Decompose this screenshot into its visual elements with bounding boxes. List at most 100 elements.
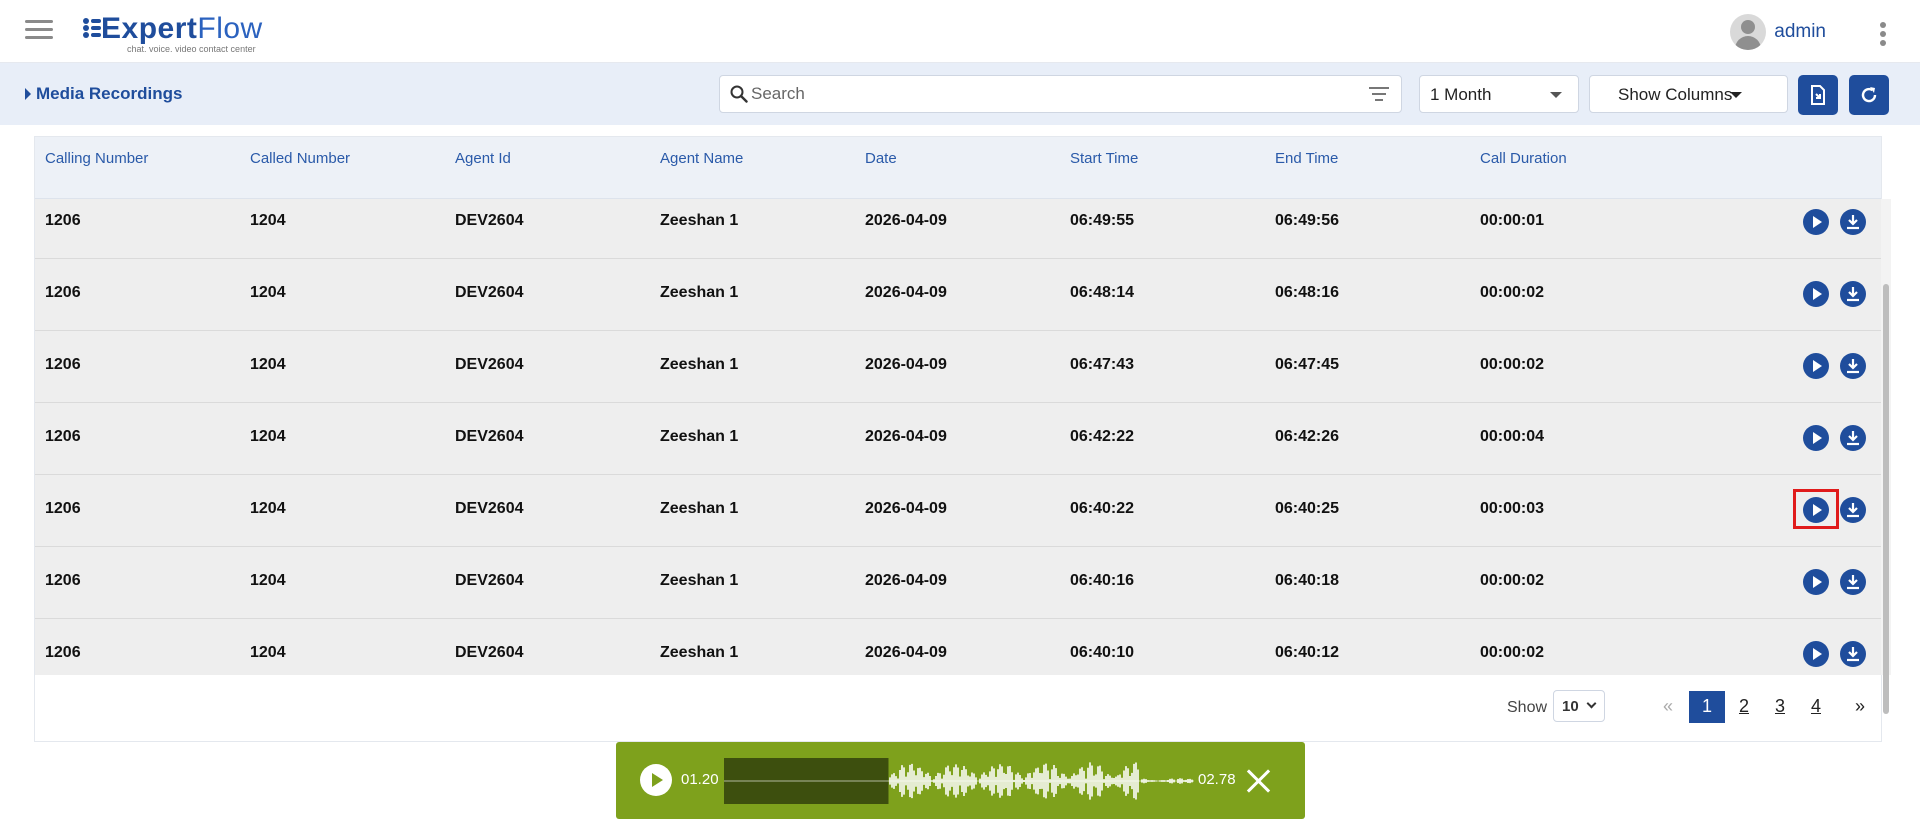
top-header: ExpertFlow chat. voice. video contact ce… [0, 0, 1920, 63]
download-recording-icon[interactable] [1840, 281, 1866, 307]
cell-date: 2026-04-09 [865, 500, 947, 517]
table-row: 1206 1204 DEV2604 Zeeshan 1 2026-04-09 06:40:… [35, 547, 1881, 619]
cell-agent-name: Zeeshan 1 [660, 572, 739, 589]
cell-calling-number: 1206 [45, 500, 81, 517]
download-recording-icon[interactable] [1840, 353, 1866, 379]
cell-agent-name: Zeeshan 1 [660, 500, 739, 517]
prev-page-button[interactable]: « [1653, 691, 1683, 723]
page-1-button[interactable]: 1 [1689, 691, 1725, 723]
show-columns-label: Show Columns [1618, 85, 1733, 104]
cell-date: 2026-04-09 [865, 572, 947, 589]
table-row: 1206 1204 DEV2604 Zeeshan 1 2026-04-09 06:40:… [35, 475, 1881, 547]
period-select[interactable]: 1 Month [1419, 75, 1579, 113]
logo-tagline: chat. voice. video contact center [127, 44, 256, 54]
username[interactable]: admin [1774, 21, 1826, 43]
cell-call-duration: 00:00:02 [1480, 284, 1545, 301]
cell-agent-name: Zeeshan 1 [660, 356, 739, 373]
user-menu[interactable]: admin [1730, 14, 1826, 50]
cell-call-duration: 00:00:03 [1480, 500, 1545, 517]
play-recording-icon[interactable] [1803, 281, 1829, 307]
export-button[interactable] [1798, 75, 1838, 115]
table-row: 1206 1204 DEV2604 Zeeshan 1 2026-04-09 06:40:… [35, 619, 1881, 675]
show-columns-button[interactable]: Show Columns [1589, 75, 1788, 113]
dropdown-arrow-icon [1550, 92, 1562, 98]
page-size-label: Show [1507, 699, 1548, 716]
cell-calling-number: 1206 [45, 212, 81, 229]
column-header-agent-name[interactable]: Agent Name [660, 150, 743, 167]
column-header-call-duration[interactable]: Call Duration [1480, 150, 1567, 167]
column-header-date[interactable]: Date [865, 150, 897, 167]
cell-called-number: 1204 [250, 428, 286, 445]
cell-end-time: 06:40:12 [1275, 644, 1340, 661]
cell-date: 2026-04-09 [865, 212, 947, 229]
table-body: 1206 1204 DEV2604 Zeeshan 1 2026-04-09 06:49:… [35, 199, 1881, 675]
play-recording-icon[interactable] [1803, 641, 1829, 667]
pagination-bar: Show 10 « 1 2 3 4 » [35, 675, 1881, 741]
player-current-time: 01.20 [681, 771, 719, 788]
cell-calling-number: 1206 [45, 428, 81, 445]
cell-call-duration: 00:00:02 [1480, 572, 1545, 589]
page-title[interactable]: Media Recordings [25, 84, 182, 104]
cell-end-time: 06:48:16 [1275, 284, 1340, 301]
page-size-select[interactable]: 10 [1553, 690, 1605, 722]
search-box [719, 75, 1402, 113]
search-input[interactable] [751, 76, 1351, 112]
chevron-down-icon [1586, 698, 1597, 709]
cell-start-time: 06:49:55 [1070, 212, 1135, 229]
page-toolbar: Media Recordings 1 Month Show Columns [0, 63, 1920, 125]
cell-called-number: 1204 [250, 356, 286, 373]
next-page-button[interactable]: » [1845, 691, 1875, 723]
download-recording-icon[interactable] [1840, 425, 1866, 451]
avatar-icon[interactable] [1730, 14, 1767, 50]
refresh-button[interactable] [1849, 75, 1889, 115]
column-header-start-time[interactable]: Start Time [1070, 150, 1138, 167]
column-header-end-time[interactable]: End Time [1275, 150, 1338, 167]
close-icon[interactable] [1245, 768, 1271, 794]
logo-text: ExpertFlow [101, 12, 263, 45]
filter-icon[interactable] [1369, 87, 1389, 101]
cell-start-time: 06:48:14 [1070, 284, 1135, 301]
cell-calling-number: 1206 [45, 572, 81, 589]
page-size-value: 10 [1562, 698, 1579, 715]
hamburger-menu-icon[interactable] [25, 20, 53, 42]
player-play-button[interactable] [640, 764, 672, 796]
play-recording-icon[interactable] [1803, 425, 1829, 451]
column-header-calling-number[interactable]: Calling Number [45, 150, 148, 167]
play-recording-icon[interactable] [1803, 353, 1829, 379]
page-3-button[interactable]: 3 [1765, 691, 1795, 723]
cell-agent-id: DEV2604 [455, 500, 524, 517]
download-recording-icon[interactable] [1840, 569, 1866, 595]
cell-end-time: 06:49:56 [1275, 212, 1340, 229]
table-header: Calling Number Called Number Agent Id Ag… [35, 137, 1881, 199]
cell-agent-name: Zeeshan 1 [660, 212, 739, 229]
table-row: 1206 1204 DEV2604 Zeeshan 1 2026-04-09 06:47:… [35, 331, 1881, 403]
refresh-icon [1861, 87, 1877, 103]
download-recording-icon[interactable] [1840, 641, 1866, 667]
waveform-seekbar[interactable] [724, 758, 1194, 804]
table-row: 1206 1204 DEV2604 Zeeshan 1 2026-04-09 06:48:… [35, 259, 1881, 331]
scrollbar-thumb[interactable] [1883, 284, 1889, 714]
play-recording-icon[interactable] [1803, 209, 1829, 235]
cell-date: 2026-04-09 [865, 356, 947, 373]
cell-agent-id: DEV2604 [455, 284, 524, 301]
download-recording-icon[interactable] [1840, 209, 1866, 235]
cell-end-time: 06:47:45 [1275, 356, 1340, 373]
page-2-button[interactable]: 2 [1729, 691, 1759, 723]
cell-call-duration: 00:00:01 [1480, 212, 1545, 229]
cell-agent-id: DEV2604 [455, 212, 524, 229]
more-options-icon[interactable] [1880, 22, 1886, 46]
table-row: 1206 1204 DEV2604 Zeeshan 1 2026-04-09 06:42:… [35, 403, 1881, 475]
page-4-button[interactable]: 4 [1801, 691, 1831, 723]
play-recording-icon[interactable] [1803, 569, 1829, 595]
table-scrollbar[interactable] [1881, 199, 1891, 714]
highlight-box [1793, 489, 1839, 529]
column-header-agent-id[interactable]: Agent Id [455, 150, 511, 167]
cell-agent-id: DEV2604 [455, 356, 524, 373]
cell-start-time: 06:40:16 [1070, 572, 1135, 589]
cell-start-time: 06:47:43 [1070, 356, 1135, 373]
download-recording-icon[interactable] [1840, 497, 1866, 523]
cell-start-time: 06:42:22 [1070, 428, 1135, 445]
cell-date: 2026-04-09 [865, 428, 947, 445]
cell-calling-number: 1206 [45, 644, 81, 661]
column-header-called-number[interactable]: Called Number [250, 150, 350, 167]
